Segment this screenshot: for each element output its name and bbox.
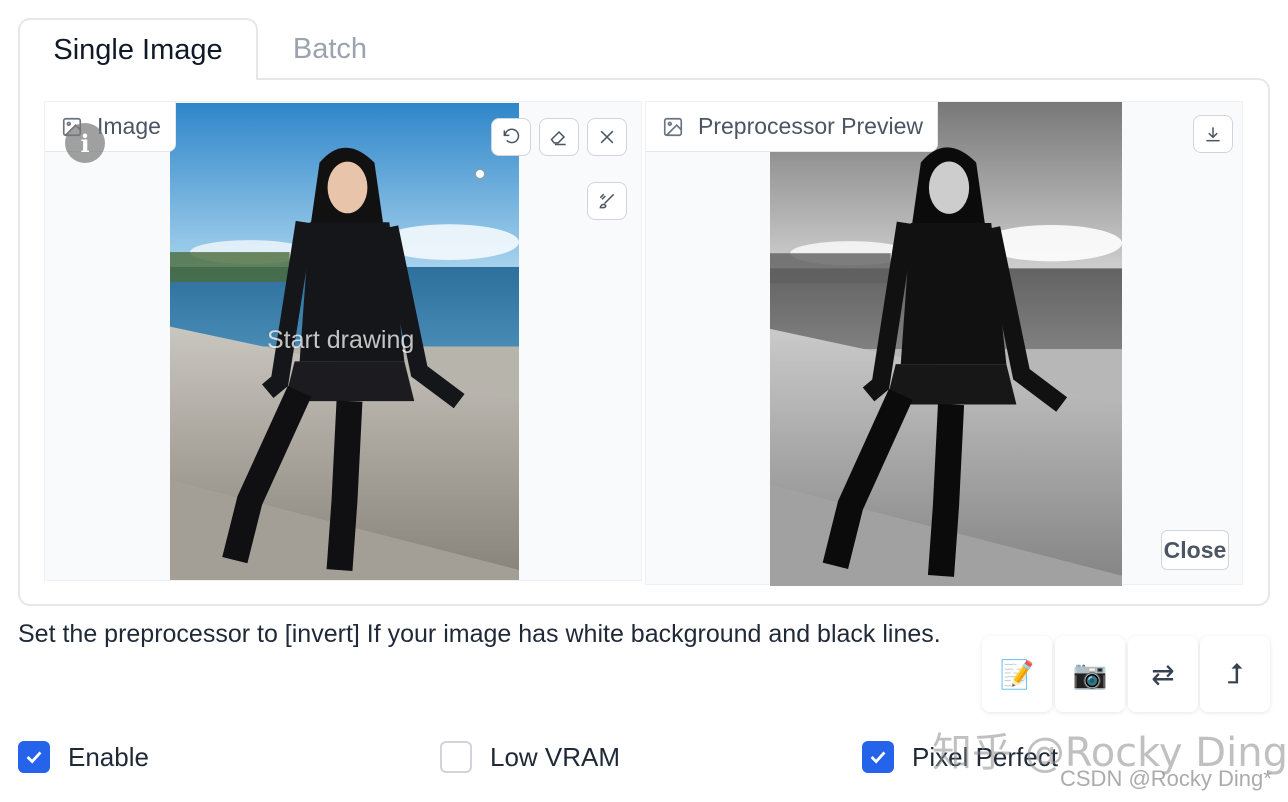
camera-icon[interactable]: 📷 (1055, 636, 1125, 712)
image-input-area[interactable]: Image i Start drawing (44, 101, 642, 581)
preprocessor-preview-area: Preprocessor Preview Close (645, 101, 1243, 586)
enable-label: Enable (68, 741, 149, 772)
eraser-icon (550, 130, 566, 146)
brush-cursor (475, 169, 485, 179)
close-icon (600, 130, 614, 144)
undo-button[interactable] (491, 118, 531, 156)
enable-checkbox-row[interactable]: Enable (18, 738, 149, 776)
preview-label-badge: Preprocessor Preview (646, 102, 938, 152)
low-vram-label: Low VRAM (490, 741, 621, 772)
photo-illustration (770, 102, 1122, 586)
preprocessor-hint: Set the preprocessor to [invert] If your… (18, 620, 941, 648)
image-label: Image (97, 113, 161, 139)
tab-batch[interactable]: Batch (270, 18, 390, 80)
memo-icon[interactable]: 📝 (982, 636, 1052, 712)
check-icon (870, 751, 886, 764)
swap-icon[interactable]: ⇄ (1128, 636, 1198, 712)
download-icon (1206, 127, 1220, 142)
tab-single-image[interactable]: Single Image (18, 18, 258, 80)
send-up-icon[interactable]: ⮥ (1200, 636, 1270, 712)
pixel-perfect-checkbox[interactable] (862, 741, 894, 773)
check-icon (26, 751, 42, 764)
start-drawing-hint: Start drawing (267, 326, 415, 354)
clear-button[interactable] (587, 118, 627, 156)
brush-button[interactable] (587, 182, 627, 220)
undo-icon (503, 128, 520, 144)
low-vram-checkbox-row[interactable]: Low VRAM (440, 738, 620, 776)
enable-checkbox[interactable] (18, 741, 50, 773)
info-icon[interactable]: i (65, 123, 105, 163)
close-preview-button[interactable]: Close (1161, 530, 1229, 570)
low-vram-checkbox[interactable] (440, 741, 472, 773)
csdn-watermark: CSDN @Rocky Ding* (1060, 766, 1272, 791)
preview-photo (770, 102, 1122, 586)
preview-label: Preprocessor Preview (698, 113, 923, 139)
download-button[interactable] (1193, 115, 1233, 153)
eraser-button[interactable] (539, 118, 579, 156)
image-icon (663, 117, 683, 136)
brush-icon (599, 193, 615, 209)
